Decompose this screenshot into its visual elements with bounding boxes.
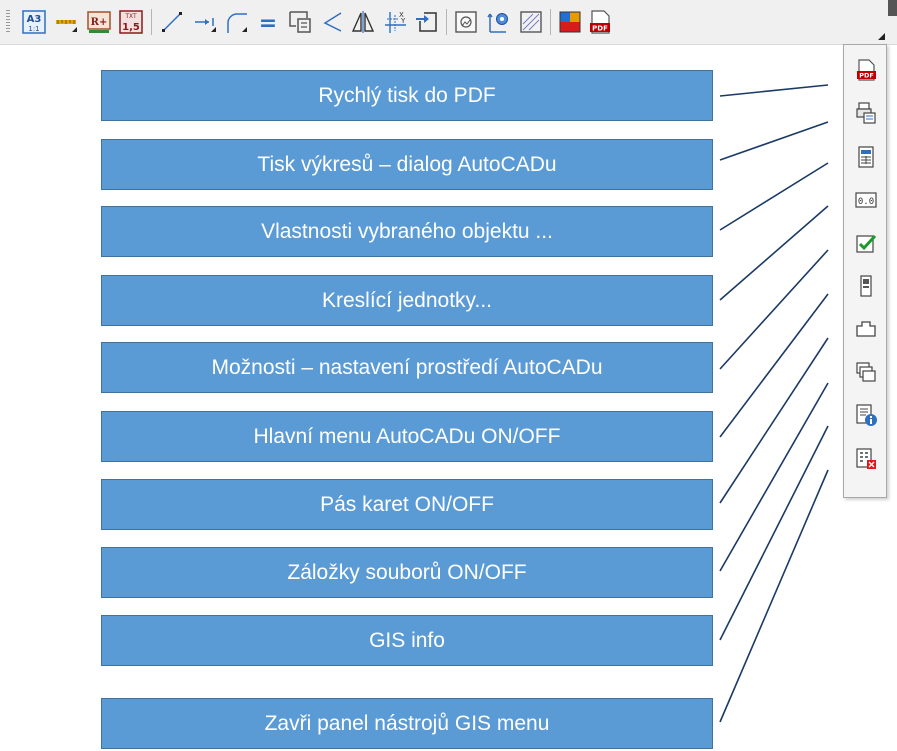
callout-plot-dialog: Tisk výkresů – dialog AutoCADu — [101, 139, 713, 190]
leader-line — [719, 121, 829, 161]
callout-drawing-units: Kreslící jednotky... — [101, 275, 713, 326]
callout-options: Možnosti – nastavení prostředí AutoCADu — [101, 342, 713, 393]
callout-close-gis-toolbar: Zavři panel nástrojů GIS menu — [101, 698, 713, 749]
callout-main-menu-toggle: Hlavní menu AutoCADu ON/OFF — [101, 411, 713, 462]
callout-object-properties: Vlastnosti vybraného objektu ... — [101, 206, 713, 257]
callout-file-tabs-toggle: Záložky souborů ON/OFF — [101, 547, 713, 598]
callout-gis-info: GIS info — [101, 615, 713, 666]
leader-line — [719, 249, 829, 370]
leader-line — [719, 469, 829, 723]
callout-ribbon-toggle: Pás karet ON/OFF — [101, 479, 713, 530]
callout-quick-pdf-print: Rychlý tisk do PDF — [101, 70, 713, 121]
leader-line — [719, 425, 829, 641]
leader-line — [719, 293, 829, 438]
leader-line — [719, 84, 829, 97]
